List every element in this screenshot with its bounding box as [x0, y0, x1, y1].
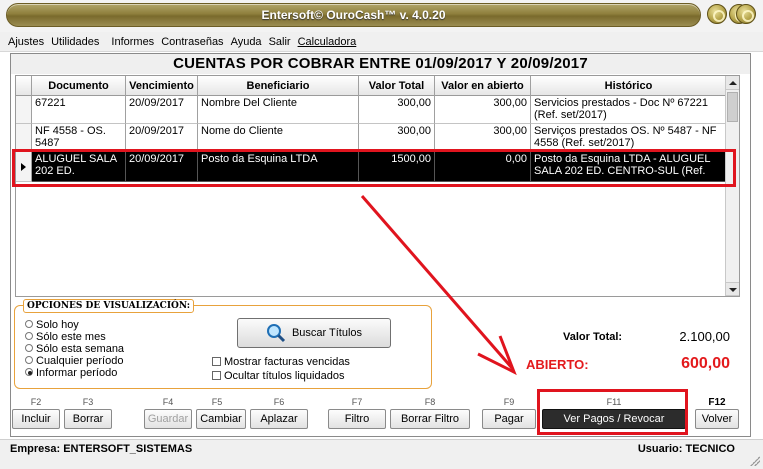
abierto-label: ABIERTO:	[526, 357, 589, 372]
header-beneficiario[interactable]: Beneficiario	[198, 76, 359, 96]
scroll-thumb[interactable]	[727, 92, 738, 122]
filtro-button[interactable]: Filtro	[328, 409, 386, 429]
cell-vencimiento: 20/09/2017	[126, 124, 198, 152]
radio-label: Informar período	[36, 367, 118, 379]
header-indicator	[16, 76, 32, 96]
guardar-button[interactable]: Guardar	[144, 409, 192, 429]
menu-ayuda[interactable]: Ayuda	[231, 36, 262, 48]
options-legend: OPCIONES DE VISUALIZACIÓN:	[23, 299, 195, 313]
radio-icon	[25, 332, 33, 341]
radio-solo-hoy[interactable]: Solo hoy	[25, 319, 79, 331]
radio-icon	[25, 356, 33, 365]
valor-total-value: 2.100,00	[679, 329, 730, 344]
fkey-label-f6: F6	[273, 397, 285, 407]
fkey-label-f7: F7	[351, 397, 363, 407]
cell-valor-total: 300,00	[359, 96, 435, 124]
radio-label: Sólo esta semana	[36, 343, 125, 355]
borrar-button[interactable]: Borrar	[64, 409, 112, 429]
checkbox-mostrar-vencidas[interactable]: Mostrar facturas vencidas	[212, 356, 350, 368]
status-bar: Empresa: ENTERSOFT_SISTEMAS Usuario: TEC…	[0, 439, 763, 469]
resize-grip-icon[interactable]	[750, 456, 760, 466]
header-valor-abierto[interactable]: Valor en abierto	[435, 76, 531, 96]
radio-icon	[25, 344, 33, 353]
magnifier-icon	[266, 324, 285, 343]
cell-documento: NF 4558 - OS. 5487	[32, 124, 126, 152]
title-bar: Entersoft© OuroCash™ v. 4.0.20	[0, 0, 763, 32]
cell-documento: 67221	[32, 96, 126, 124]
abierto-value: 600,00	[681, 355, 730, 372]
menu-calculadora[interactable]: Calculadora	[298, 36, 357, 48]
radio-esta-semana[interactable]: Sólo esta semana	[25, 343, 124, 355]
usuario-status: Usuario: TECNICO	[637, 443, 735, 455]
fkey-label-f12: F12	[708, 397, 726, 408]
fkey-label-f4: F4	[162, 397, 174, 407]
menu-ajustes[interactable]: Ajustes	[8, 36, 44, 48]
pagar-button[interactable]: Pagar	[482, 409, 536, 429]
fkey-label-f2: F2	[30, 397, 42, 407]
cell-historico: Servicios prestados - Doc Nº 67221 (Ref.…	[531, 96, 727, 124]
menu-bar: Ajustes Utilidades Informes Contraseñas …	[0, 32, 763, 52]
radio-icon	[25, 320, 33, 329]
checkbox-ocultar-liquidados[interactable]: Ocultar títulos liquidados	[212, 370, 344, 382]
cell-valor-abierto: 300,00	[435, 96, 531, 124]
checkbox-icon	[212, 356, 221, 366]
row-indicator	[16, 96, 32, 124]
cambiar-button[interactable]: Cambiar	[196, 409, 246, 429]
cell-beneficiario: Nombre Del Cliente	[198, 96, 359, 124]
empresa-status: Empresa: ENTERSOFT_SISTEMAS	[10, 443, 193, 455]
buscar-label: Buscar Títulos	[291, 327, 363, 339]
header-valor-total[interactable]: Valor Total	[359, 76, 435, 96]
menu-salir[interactable]: Salir	[269, 36, 291, 48]
cell-vencimiento: 20/09/2017	[126, 96, 198, 124]
window-title: Entersoft© OuroCash™ v. 4.0.20	[261, 8, 446, 22]
menu-utilidades[interactable]: Utilidades	[51, 36, 99, 48]
checkbox-label: Mostrar facturas vencidas	[224, 356, 350, 368]
fkey-label-f9: F9	[503, 397, 515, 407]
fkey-label-f5: F5	[211, 397, 223, 407]
radio-label: Sólo este mes	[36, 331, 106, 343]
highlight-ver-pagos	[537, 389, 688, 435]
highlight-selected-row	[12, 149, 736, 187]
buscar-titulos-button[interactable]: Buscar Títulos	[237, 318, 391, 348]
checkbox-label: Ocultar títulos liquidados	[224, 370, 345, 382]
menu-informes[interactable]: Informes	[111, 36, 154, 48]
radio-cualquier-periodo[interactable]: Cualquier período	[25, 355, 123, 367]
row-indicator	[16, 124, 32, 152]
header-historico[interactable]: Histórico	[531, 76, 727, 96]
cell-beneficiario: Nome do Cliente	[198, 124, 359, 152]
checkbox-icon	[212, 370, 221, 380]
grid-header: Documento Vencimiento Beneficiario Valor…	[16, 76, 739, 96]
page-title: CUENTAS POR COBRAR ENTRE 01/09/2017 Y 20…	[11, 54, 750, 74]
header-vencimiento[interactable]: Vencimiento	[126, 76, 198, 96]
radio-checked-icon	[25, 368, 33, 377]
fkey-label-f3: F3	[82, 397, 94, 407]
cell-valor-abierto: 300,00	[435, 124, 531, 152]
minimize-button[interactable]	[707, 4, 727, 24]
scroll-down-icon[interactable]	[726, 282, 739, 296]
fkey-label-f8: F8	[424, 397, 436, 407]
radio-informar-periodo[interactable]: Informar período	[25, 367, 117, 379]
header-documento[interactable]: Documento	[32, 76, 126, 96]
scroll-up-icon[interactable]	[726, 76, 739, 90]
menu-contrasenas[interactable]: Contraseñas	[161, 36, 223, 48]
cell-valor-total: 300,00	[359, 124, 435, 152]
volver-button[interactable]: Volver	[695, 409, 739, 429]
close-button[interactable]	[736, 4, 756, 24]
cell-historico: Serviços prestados OS. Nº 5487 - NF 4558…	[531, 124, 727, 152]
valor-total-label: Valor Total:	[563, 331, 623, 343]
incluir-button[interactable]: Incluir	[12, 409, 60, 429]
borrar-filtro-button[interactable]: Borrar Filtro	[390, 409, 470, 429]
radio-label: Solo hoy	[36, 319, 79, 331]
aplazar-button[interactable]: Aplazar	[250, 409, 308, 429]
radio-label: Cualquier período	[36, 355, 124, 367]
radio-este-mes[interactable]: Sólo este mes	[25, 331, 106, 343]
